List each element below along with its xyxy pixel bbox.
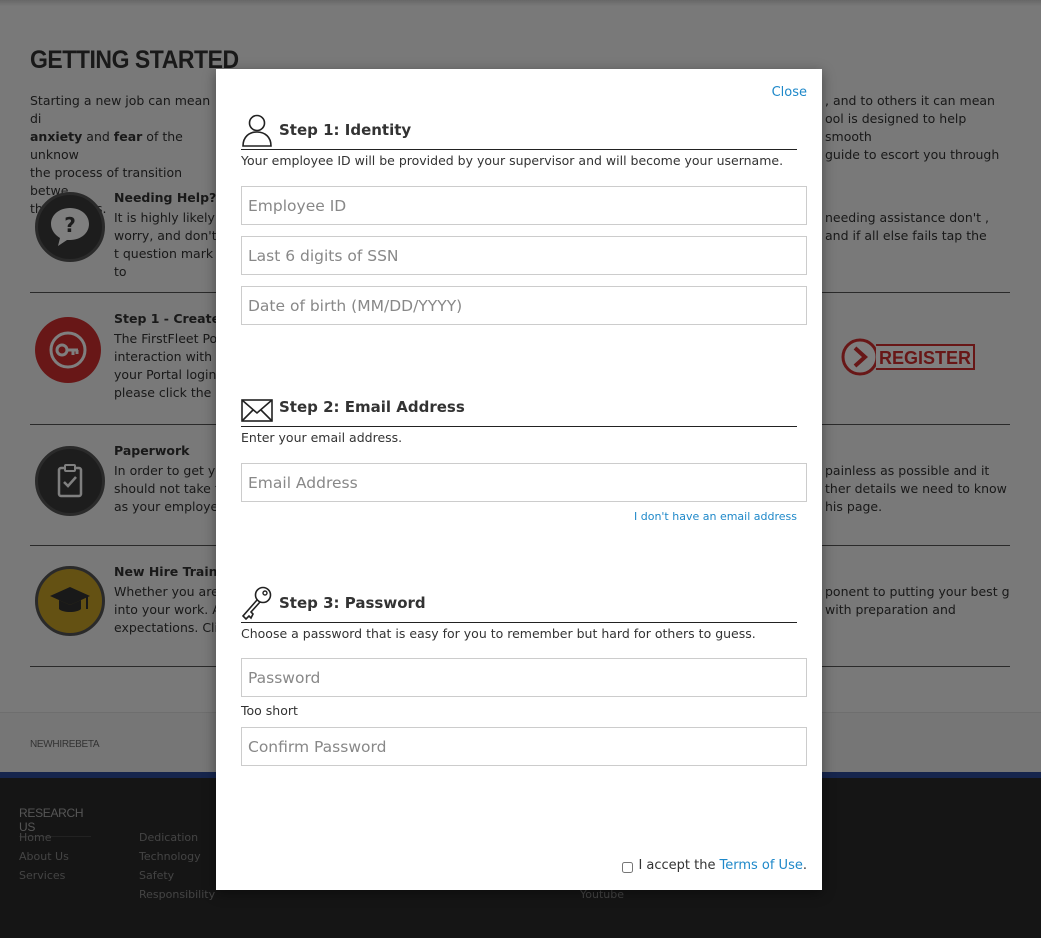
step1-description: Your employee ID will be provided by you… <box>241 153 784 168</box>
email-input[interactable] <box>241 463 807 502</box>
terms-prefix: I accept the <box>638 857 716 873</box>
terms-suffix: . <box>802 857 807 873</box>
registration-modal: Close Step 1: Identity Your employee ID … <box>216 69 822 890</box>
step1-title: Step 1: Identity <box>279 121 412 139</box>
employee-id-input[interactable] <box>241 186 807 225</box>
step2-title: Step 2: Email Address <box>279 398 465 416</box>
terms-row: I accept the Terms of Use. <box>622 857 807 873</box>
step2-header: Step 2: Email Address <box>241 391 797 427</box>
password-input[interactable] <box>241 658 807 697</box>
no-email-link[interactable]: I don't have an email address <box>634 510 797 523</box>
envelope-icon <box>241 399 273 422</box>
dob-input[interactable] <box>241 286 807 325</box>
password-strength-text: Too short <box>241 703 298 718</box>
close-button[interactable]: Close <box>772 85 807 100</box>
confirm-password-input[interactable] <box>241 727 807 766</box>
user-icon <box>242 114 272 147</box>
key-icon <box>241 586 272 620</box>
ssn-input[interactable] <box>241 236 807 275</box>
step3-title: Step 3: Password <box>279 594 426 612</box>
step3-description: Choose a password that is easy for you t… <box>241 626 756 641</box>
terms-checkbox[interactable] <box>622 862 634 873</box>
step3-header: Step 3: Password <box>241 586 797 623</box>
step2-description: Enter your email address. <box>241 430 403 445</box>
step1-header: Step 1: Identity <box>241 114 797 150</box>
terms-of-use-link[interactable]: Terms of Use <box>719 858 802 873</box>
